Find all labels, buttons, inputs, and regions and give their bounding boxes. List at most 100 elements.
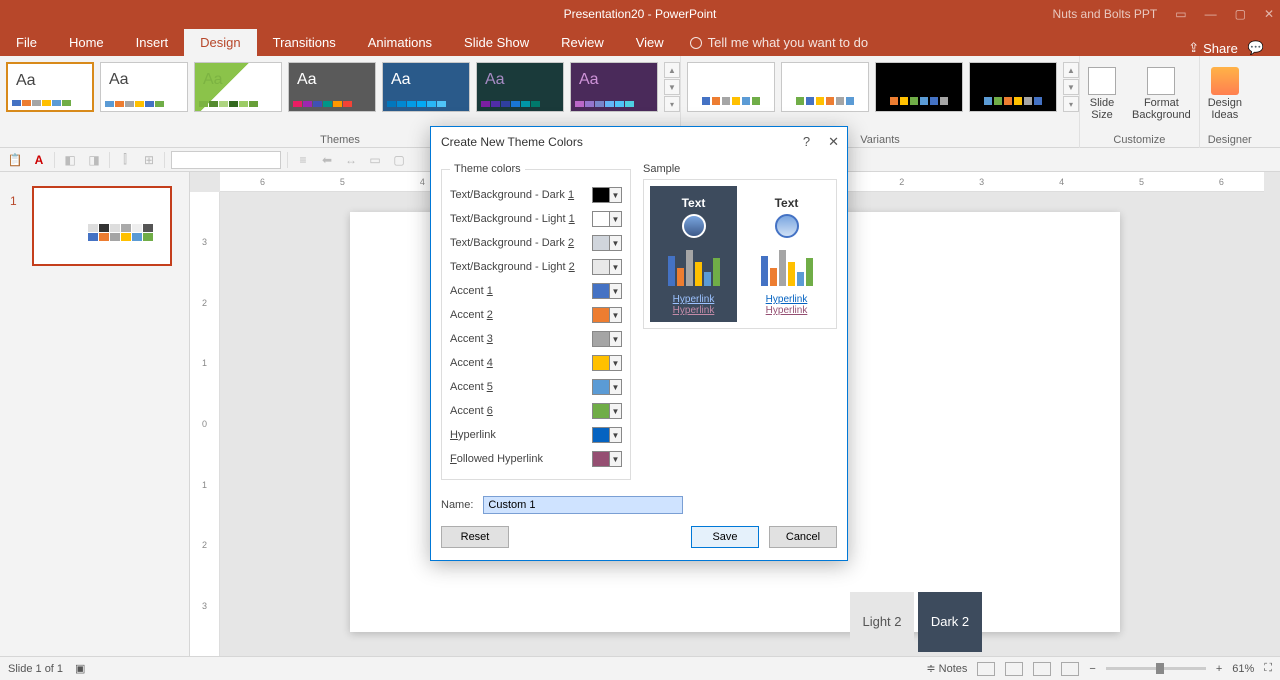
variants-gallery[interactable] bbox=[681, 56, 1063, 132]
share-button[interactable]: ⇪Share bbox=[1188, 40, 1238, 56]
chevron-down-icon: ▼ bbox=[609, 452, 621, 466]
themes-gallery[interactable]: Aa Aa Aa Aa Aa Aa Aa bbox=[0, 56, 664, 132]
tab-design[interactable]: Design bbox=[184, 29, 256, 56]
fit-to-window-icon[interactable]: ⛶ bbox=[1264, 662, 1272, 675]
zoom-out-icon[interactable]: − bbox=[1089, 663, 1095, 675]
slide-number: 1 bbox=[10, 194, 17, 208]
theme-color-row: Text/Background - Light 2 ▼ bbox=[450, 255, 622, 279]
font-color-icon[interactable]: A bbox=[30, 151, 48, 169]
comments-icon[interactable]: 💬 bbox=[1248, 40, 1264, 56]
notes-button[interactable]: ≑ Notes bbox=[926, 662, 967, 675]
reset-button[interactable]: Reset bbox=[441, 526, 509, 548]
shape-outline-icon[interactable]: ◨ bbox=[85, 151, 103, 169]
chevron-down-icon: ▼ bbox=[609, 308, 621, 322]
font-selector[interactable] bbox=[171, 151, 281, 169]
name-input[interactable] bbox=[483, 496, 683, 514]
color-picker[interactable]: ▼ bbox=[592, 331, 622, 347]
format-background-icon bbox=[1147, 67, 1175, 95]
maximize-icon[interactable]: ▢ bbox=[1235, 7, 1246, 21]
chevron-down-icon: ▼ bbox=[609, 188, 621, 202]
theme-thumb[interactable]: Aa bbox=[382, 62, 470, 112]
align-center-icon[interactable]: ↔ bbox=[342, 151, 360, 169]
format-background-button[interactable]: Format Background bbox=[1124, 56, 1199, 132]
variants-gallery-scroll[interactable]: ▲▼▾ bbox=[1063, 56, 1079, 132]
color-picker[interactable]: ▼ bbox=[592, 451, 622, 467]
ribbon-options-icon[interactable]: ▭ bbox=[1175, 7, 1186, 21]
slide-size-button[interactable]: Slide Size bbox=[1080, 56, 1124, 132]
share-icon: ⇪ bbox=[1188, 40, 1199, 56]
color-picker[interactable]: ▼ bbox=[592, 427, 622, 443]
account-name[interactable]: Nuts and Bolts PPT bbox=[1053, 7, 1158, 21]
theme-thumb[interactable]: Aa bbox=[194, 62, 282, 112]
status-bar: Slide 1 of 1 ▣ ≑ Notes − + 61% ⛶ bbox=[0, 656, 1280, 680]
slide-counter[interactable]: Slide 1 of 1 bbox=[8, 663, 63, 675]
theme-thumb[interactable]: Aa bbox=[476, 62, 564, 112]
color-picker[interactable]: ▼ bbox=[592, 187, 622, 203]
sample-text-light: Text bbox=[749, 196, 824, 210]
save-button[interactable]: Save bbox=[691, 526, 759, 548]
theme-thumb[interactable]: Aa bbox=[100, 62, 188, 112]
theme-thumb[interactable]: Aa bbox=[6, 62, 94, 112]
zoom-slider[interactable] bbox=[1106, 667, 1206, 670]
theme-color-row: Text/Background - Light 1 ▼ bbox=[450, 207, 622, 231]
slide-size-label: Slide Size bbox=[1090, 97, 1114, 121]
normal-view-icon[interactable] bbox=[977, 662, 995, 676]
color-picker[interactable]: ▼ bbox=[592, 283, 622, 299]
group-icon[interactable]: ⊞ bbox=[140, 151, 158, 169]
tab-review[interactable]: Review bbox=[545, 29, 620, 56]
paste-icon[interactable]: 📋 bbox=[6, 151, 24, 169]
chevron-down-icon: ▼ bbox=[609, 284, 621, 298]
theme-color-label: Text/Background - Light 1 bbox=[450, 213, 575, 225]
color-picker[interactable]: ▼ bbox=[592, 307, 622, 323]
zoom-level[interactable]: 61% bbox=[1232, 663, 1254, 675]
color-picker[interactable]: ▼ bbox=[592, 355, 622, 371]
align-left-icon[interactable]: ⬅ bbox=[318, 151, 336, 169]
spellcheck-icon[interactable]: ▣ bbox=[75, 662, 85, 675]
tab-transitions[interactable]: Transitions bbox=[257, 29, 352, 56]
variant-thumb[interactable] bbox=[687, 62, 775, 112]
variant-thumb[interactable] bbox=[969, 62, 1057, 112]
shapes-icon[interactable]: ▭ bbox=[366, 151, 384, 169]
color-picker[interactable]: ▼ bbox=[592, 403, 622, 419]
close-icon[interactable]: ✕ bbox=[1264, 7, 1274, 21]
sample-chart-light bbox=[749, 246, 824, 286]
reading-view-icon[interactable] bbox=[1033, 662, 1051, 676]
shape-fill-icon[interactable]: ◧ bbox=[61, 151, 79, 169]
color-picker[interactable]: ▼ bbox=[592, 211, 622, 227]
theme-thumb[interactable]: Aa bbox=[288, 62, 376, 112]
shapes-icon-2[interactable]: ▢ bbox=[390, 151, 408, 169]
tell-me[interactable]: Tell me what you want to do bbox=[680, 29, 878, 56]
tab-home[interactable]: Home bbox=[53, 29, 120, 56]
slide-thumb-content bbox=[88, 224, 153, 241]
variant-thumb[interactable] bbox=[781, 62, 869, 112]
close-icon[interactable]: ✕ bbox=[828, 134, 839, 150]
help-icon[interactable]: ? bbox=[803, 134, 810, 150]
tab-insert[interactable]: Insert bbox=[120, 29, 185, 56]
slide-thumbnail[interactable] bbox=[32, 186, 172, 266]
design-ideas-button[interactable]: Design Ideas bbox=[1200, 56, 1250, 132]
bullets-icon[interactable]: ≡ bbox=[294, 151, 312, 169]
cancel-button[interactable]: Cancel bbox=[769, 526, 837, 548]
sorter-view-icon[interactable] bbox=[1005, 662, 1023, 676]
color-picker[interactable]: ▼ bbox=[592, 379, 622, 395]
variant-thumb[interactable] bbox=[875, 62, 963, 112]
bg-tile: Light 2 bbox=[850, 592, 914, 652]
zoom-in-icon[interactable]: + bbox=[1216, 663, 1222, 675]
theme-thumb[interactable]: Aa bbox=[570, 62, 658, 112]
chevron-down-icon: ▼ bbox=[609, 212, 621, 226]
tab-file[interactable]: File bbox=[0, 29, 53, 56]
tab-slideshow[interactable]: Slide Show bbox=[448, 29, 545, 56]
slideshow-view-icon[interactable] bbox=[1061, 662, 1079, 676]
chevron-down-icon: ▼ bbox=[609, 236, 621, 250]
color-picker[interactable]: ▼ bbox=[592, 259, 622, 275]
theme-color-label: Text/Background - Light 2 bbox=[450, 261, 575, 273]
slide-thumbnails-panel[interactable]: 1 bbox=[0, 172, 190, 656]
minimize-icon[interactable]: — bbox=[1205, 7, 1217, 21]
sample-hyperlink-dark: Hyperlink bbox=[656, 294, 731, 305]
tab-animations[interactable]: Animations bbox=[352, 29, 448, 56]
color-picker[interactable]: ▼ bbox=[592, 235, 622, 251]
tab-view[interactable]: View bbox=[620, 29, 680, 56]
format-background-label: Format Background bbox=[1132, 97, 1191, 121]
themes-gallery-scroll[interactable]: ▲▼▾ bbox=[664, 56, 680, 132]
align-icon[interactable]: ⫿ bbox=[116, 151, 134, 169]
